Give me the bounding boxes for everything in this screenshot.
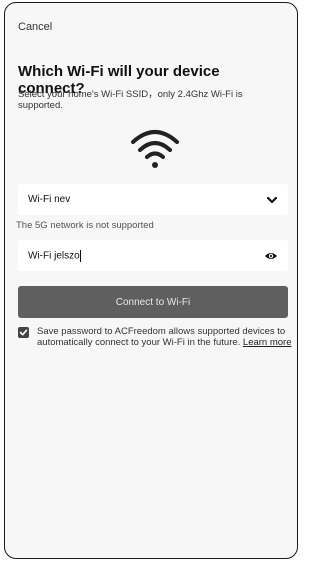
page-subtitle: Select your home's Wi-Fi SSID，only 2.4Gh… [18, 89, 243, 111]
password-field[interactable]: Wi-Fi jelszo [18, 240, 288, 271]
chevron-down-icon[interactable] [266, 194, 278, 206]
cancel-button[interactable]: Cancel [18, 21, 52, 33]
save-password-row: Save password to ACFreedom allows suppor… [18, 326, 296, 348]
password-field-group: Wi-Fi jelszo [28, 249, 264, 262]
network-warning: The 5G network is not supported [16, 220, 154, 231]
ssid-select[interactable]: Wi-Fi nev [18, 184, 288, 215]
connect-button[interactable]: Connect to Wi-Fi [18, 286, 288, 318]
text-caret [79, 249, 81, 262]
learn-more-link[interactable]: Learn more [243, 337, 292, 348]
eye-icon[interactable] [264, 251, 278, 261]
check-icon [19, 329, 28, 336]
password-value: Wi-Fi jelszo [28, 250, 80, 262]
wifi-icon [131, 130, 179, 168]
ssid-value: Wi-Fi nev [28, 194, 71, 205]
app-window: Cancel Which Wi-Fi will your device conn… [4, 2, 298, 559]
save-password-text: Save password to ACFreedom allows suppor… [37, 326, 295, 348]
save-password-checkbox[interactable] [18, 327, 29, 338]
